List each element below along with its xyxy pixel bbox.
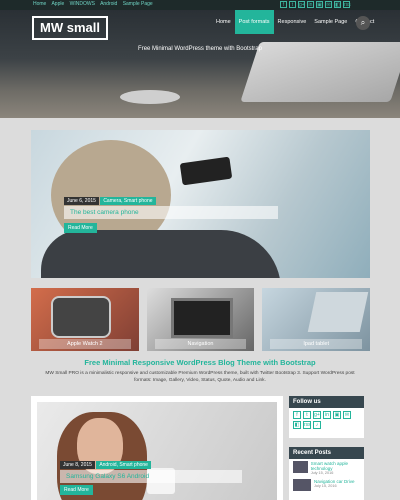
post2-categories[interactable]: Android, Smart phone [96, 461, 151, 469]
hero-mouse-image [120, 90, 180, 104]
facebook-icon[interactable]: f [293, 411, 301, 419]
featured-title[interactable]: The best camera phone [64, 206, 278, 219]
site-tagline: Free Minimal WordPress theme with Bootst… [138, 46, 262, 52]
tablet-image [308, 292, 369, 332]
post2-read-more-button[interactable]: Read More [60, 485, 93, 495]
social-icons-top: f t g+ in ▣ ✉ ◧ rss [280, 1, 351, 8]
post2-meta: June 8, 2015 Android, Smart phone [60, 461, 151, 469]
featured-date[interactable]: June 6, 2015 [64, 197, 99, 205]
recent-post-date: July 15, 2016 [310, 471, 334, 475]
top-nav-sample-page[interactable]: Sample Page [123, 1, 153, 7]
featured-image-phone [179, 156, 233, 186]
recent-thumbnail [293, 479, 311, 491]
site-logo[interactable]: MW small [32, 16, 108, 40]
recent-post-item[interactable]: Smart watch apple technology July 15, 20… [289, 459, 364, 477]
post-tiles: Apple Watch 2 Navigation Ipad tablet [31, 288, 371, 351]
apple-watch-image [51, 296, 111, 338]
follow-title: Follow us [289, 396, 364, 408]
featured-categories[interactable]: Camera, Smart phone [100, 197, 156, 205]
google-plus-icon[interactable]: g+ [313, 411, 321, 419]
featured-meta: June 6, 2015 Camera, Smart phone [64, 197, 156, 205]
top-nav-windows[interactable]: WINDOWS [70, 1, 95, 7]
section-title: Free Minimal Responsive WordPress Blog T… [84, 358, 316, 367]
navigation-screen-image [170, 298, 233, 338]
rss-icon[interactable]: rss [303, 421, 311, 429]
featured-image-coat [41, 230, 281, 278]
tile-caption[interactable]: Ipad tablet [270, 339, 363, 349]
top-nav-apple[interactable]: Apple [51, 1, 64, 7]
twitter-icon[interactable]: t [303, 411, 311, 419]
follow-icons: f t g+ in ▣ ✉ ◧ rss ♪ [289, 408, 364, 432]
post2-date[interactable]: June 8, 2015 [60, 461, 95, 469]
tile-navigation[interactable]: Navigation [146, 288, 255, 351]
tile-ipad-tablet[interactable]: Ipad tablet [262, 288, 371, 351]
nav-responsive[interactable]: Responsive [274, 10, 311, 34]
music-icon[interactable]: ♪ [313, 421, 321, 429]
flickr-icon[interactable]: ◧ [293, 421, 301, 429]
nav-sample-page[interactable]: Sample Page [310, 10, 351, 34]
email-icon[interactable]: ✉ [325, 1, 332, 8]
recent-post-date: July 15, 2016 [314, 484, 337, 488]
section-description: MW Small PRO is a minimalistic responsiv… [45, 371, 355, 383]
instagram-icon[interactable]: ▣ [333, 411, 341, 419]
top-bar: Home Apple WINDOWS Android Sample Page f… [0, 0, 400, 10]
recent-post-item[interactable]: Navigation car Drive July 15, 2016 [289, 477, 364, 493]
sidebar-recent-widget: Recent Posts Smart watch apple technolog… [289, 447, 364, 500]
top-nav: Home Apple WINDOWS Android Sample Page [33, 1, 157, 7]
linkedin-icon[interactable]: in [307, 1, 314, 8]
tile-caption[interactable]: Apple Watch 2 [39, 339, 131, 349]
featured-read-more-button[interactable]: Read More [64, 223, 97, 233]
twitter-icon[interactable]: t [289, 1, 296, 8]
post2-title[interactable]: Samsung Galaxy S6 Android [60, 470, 242, 483]
top-nav-home[interactable]: Home [33, 1, 46, 7]
nav-post-formats[interactable]: Post formats [234, 10, 274, 34]
main-nav: Home Post formats Responsive Sample Page… [212, 10, 378, 34]
recent-post-title[interactable]: Smart watch apple technology [311, 461, 360, 471]
search-icon[interactable]: ⌕ [356, 16, 370, 30]
recent-thumbnail [293, 461, 308, 473]
top-nav-android[interactable]: Android [100, 1, 117, 7]
nav-home[interactable]: Home [212, 10, 235, 34]
tile-apple-watch[interactable]: Apple Watch 2 [31, 288, 139, 351]
rss-icon[interactable]: rss [343, 1, 351, 8]
flickr-icon[interactable]: ◧ [334, 1, 341, 8]
recent-title: Recent Posts [289, 447, 364, 459]
instagram-icon[interactable]: ▣ [316, 1, 323, 8]
linkedin-icon[interactable]: in [323, 411, 331, 419]
facebook-icon[interactable]: f [280, 1, 287, 8]
google-plus-icon[interactable]: g+ [298, 1, 305, 8]
tile-caption[interactable]: Navigation [154, 339, 247, 349]
email-icon[interactable]: ✉ [343, 411, 351, 419]
sidebar-follow-widget: Follow us f t g+ in ▣ ✉ ◧ rss ♪ [289, 396, 364, 438]
